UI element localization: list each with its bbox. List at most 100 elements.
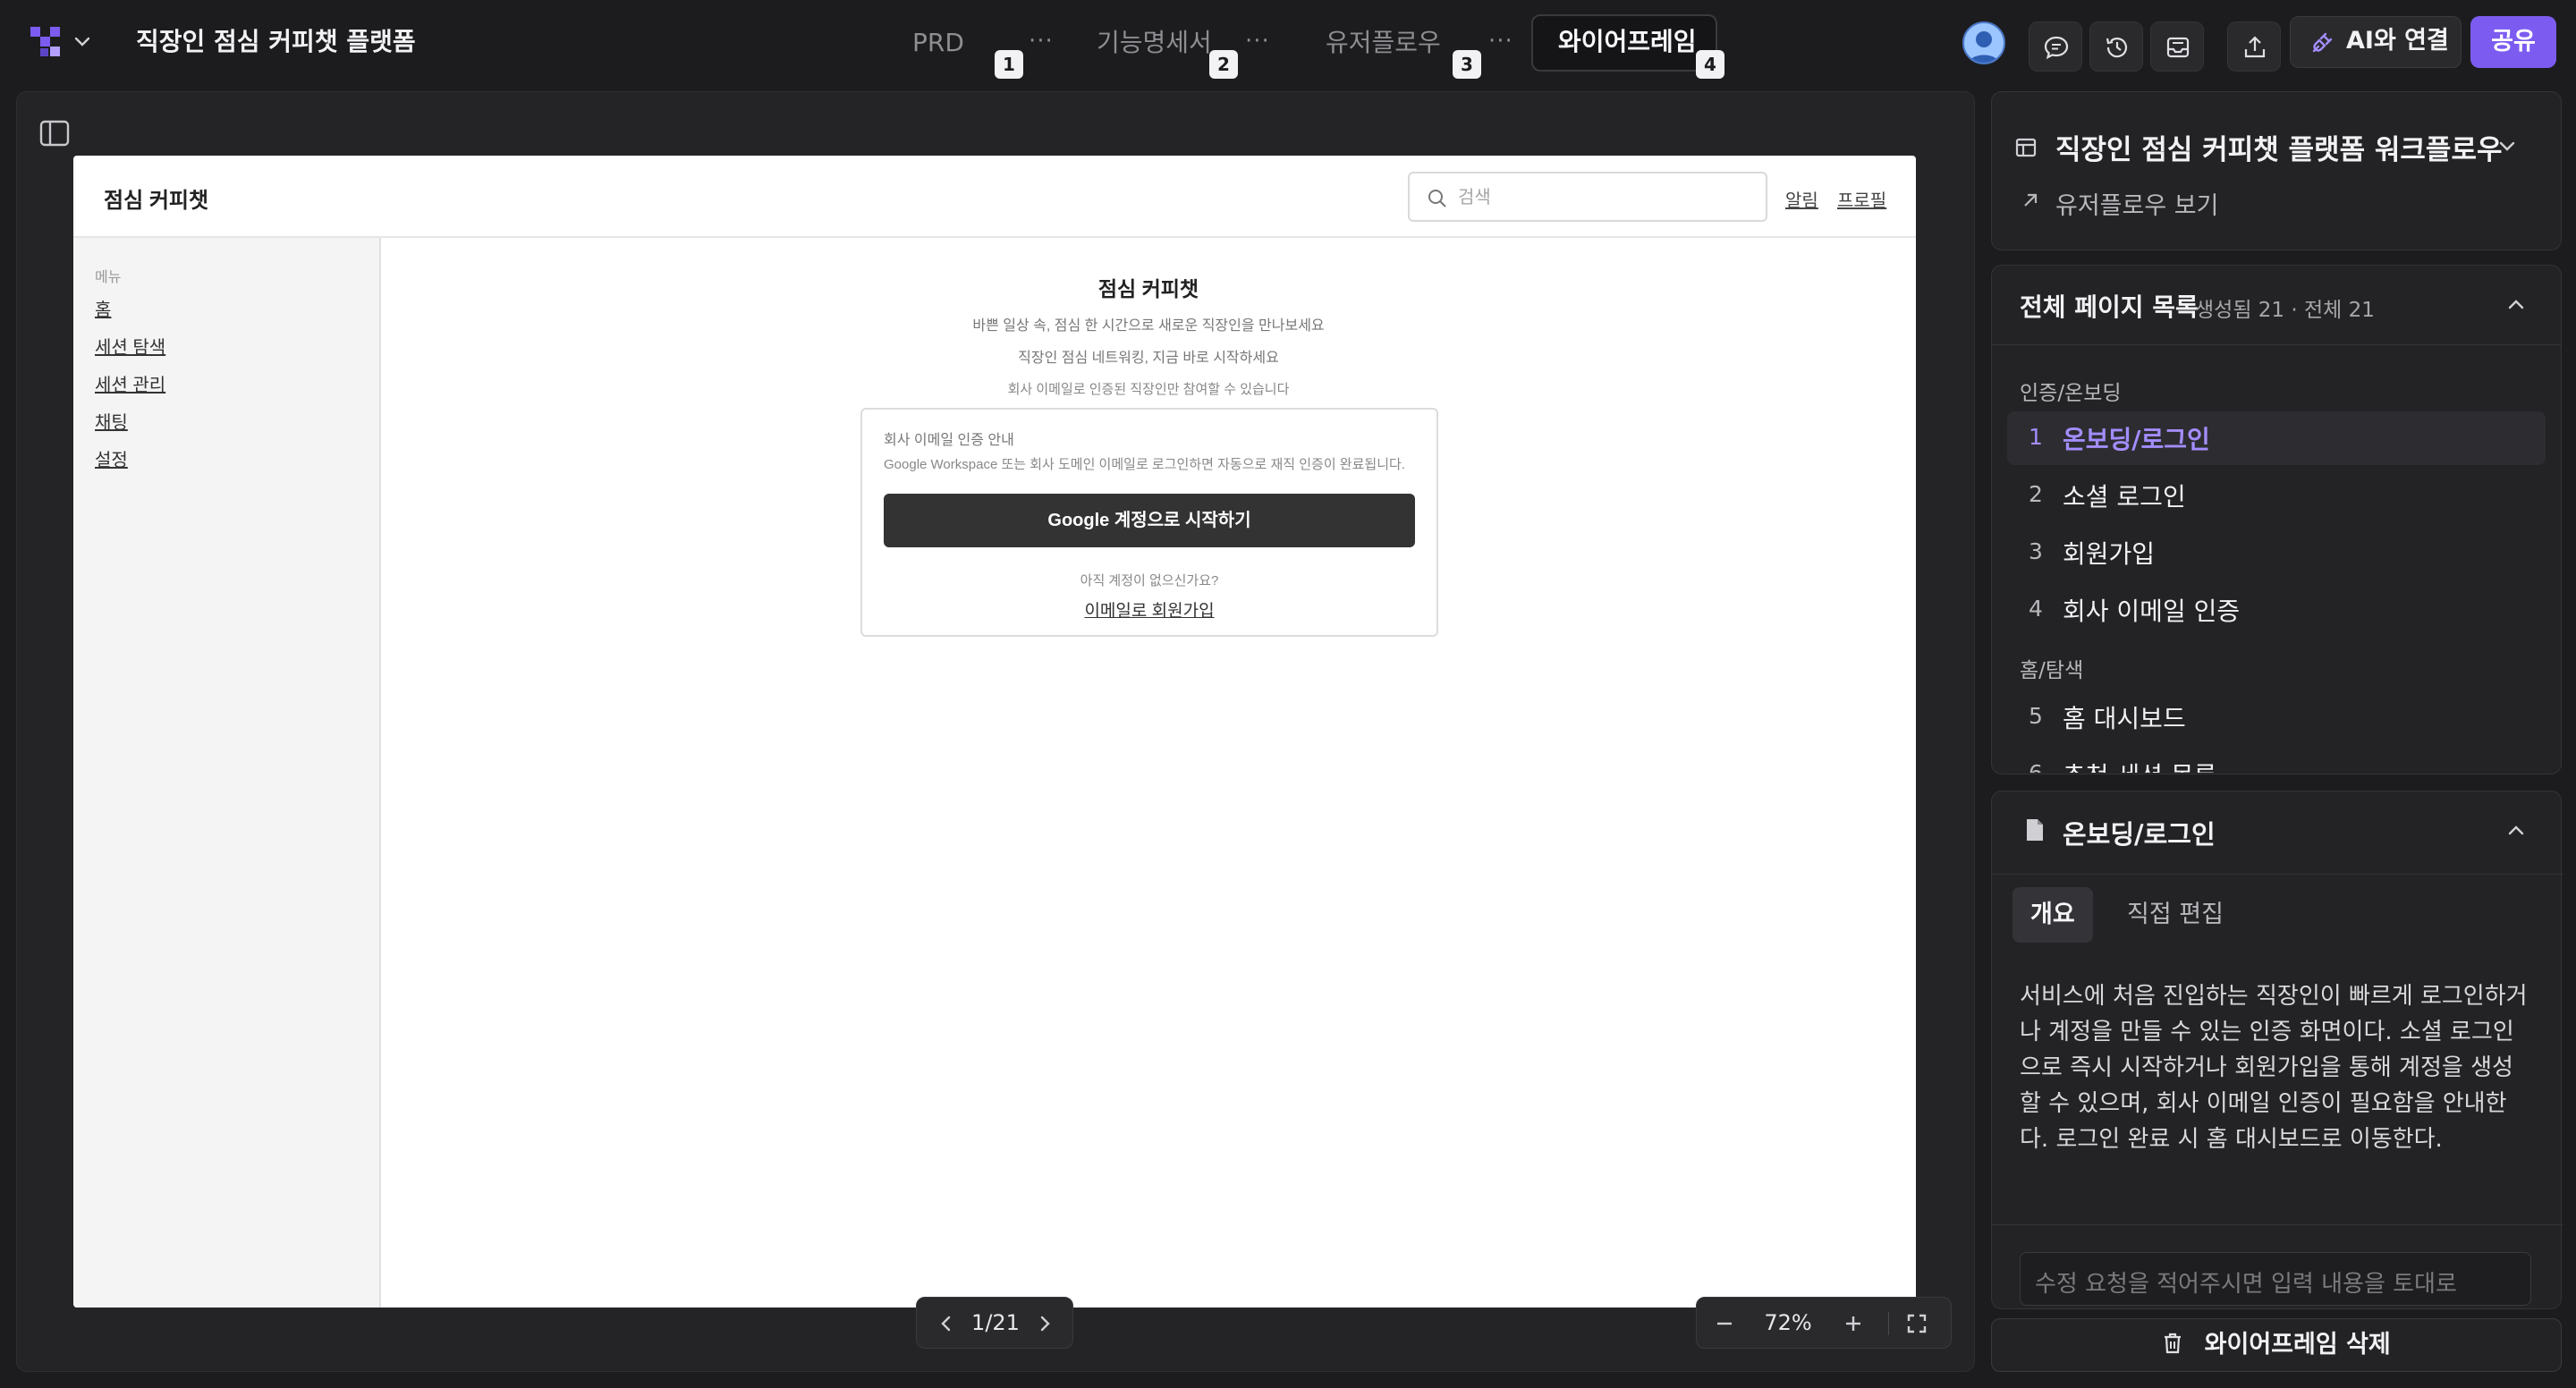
email-signup-link[interactable]: 이메일로 회원가입 (862, 597, 1436, 622)
wireframe-search[interactable] (1408, 172, 1767, 222)
sidebar-toggle-icon[interactable] (39, 120, 70, 147)
edit-request-field[interactable] (2020, 1252, 2531, 1306)
tab-wireframe[interactable]: 와이어프레임 (1531, 14, 1717, 72)
wireframe-brand: 점심 커피챗 (104, 189, 209, 213)
page-indicator: 1/21 (971, 1310, 1020, 1335)
divider (1888, 1312, 1889, 1335)
page-name: 소셜 로그인 (2063, 482, 2186, 512)
export-button[interactable] (2227, 21, 2281, 72)
ai-connect-button[interactable]: AI와 연결 (2290, 16, 2462, 68)
tab-spec[interactable]: 기능명세서 (1097, 21, 1212, 68)
chevron-down-icon[interactable] (72, 30, 93, 52)
avatar[interactable] (1962, 21, 2005, 64)
page-detail-title: 온보딩/로그인 (2063, 819, 2216, 850)
delete-wireframe-button[interactable]: 와이어프레임 삭제 (1991, 1318, 2562, 1372)
tab-wireframe-badge: 4 (1696, 50, 1724, 79)
divider (1992, 344, 2561, 345)
arrow-up-right-icon (2024, 193, 2038, 207)
wireframe-header: 점심 커피챗 알림 프로필 (73, 156, 1916, 238)
group-label-home: 홈/탐색 (2020, 659, 2084, 682)
workflow-title[interactable]: 직장인 점심 커피챗 플랫폼 워크플로우 (2055, 127, 2503, 167)
tab-overview[interactable]: 개요 (2012, 887, 2093, 943)
comment-button[interactable] (2029, 21, 2082, 72)
chevron-up-icon[interactable] (2504, 293, 2528, 317)
page-number: 1 (2029, 424, 2043, 450)
tab-direct-edit[interactable]: 직접 편집 (2109, 887, 2241, 943)
page-number: 5 (2029, 703, 2043, 729)
chevron-left-icon[interactable] (936, 1314, 956, 1333)
app-title: 직장인 점심 커피챗 플랫폼 (136, 27, 416, 56)
archive-button[interactable] (2150, 21, 2204, 72)
document-icon (2027, 819, 2043, 841)
wireframe-menu-explore[interactable]: 세션 탐색 (95, 333, 165, 359)
page-name: 추천 세션 목록 (2063, 757, 2216, 773)
page-item-social-login[interactable]: 2 소셜 로그인 (2007, 469, 2546, 522)
page-item-home-dashboard[interactable]: 5 홈 대시보드 (2007, 690, 2546, 744)
tab-spec-badge: 2 (1209, 50, 1238, 79)
page-list-count: 생성됨 21 · 전체 21 (2195, 299, 2375, 322)
page-number: 2 (2029, 481, 2043, 507)
page-name: 회사 이메일 인증 (2063, 597, 2241, 626)
trash-icon (2165, 1333, 2182, 1353)
wireframe-tagline-3: 회사 이메일로 인증된 직장인만 참여할 수 있습니다 (1007, 382, 1290, 397)
wireframe-notification-link[interactable]: 알림 (1785, 186, 1818, 212)
page-item-email-verify[interactable]: 4 회사 이메일 인증 (2007, 583, 2546, 637)
workflow-card (1991, 91, 2562, 250)
chevron-right-icon[interactable] (1035, 1314, 1055, 1333)
page-name: 홈 대시보드 (2063, 704, 2186, 733)
wireframe-menu-chat[interactable]: 채팅 (95, 408, 128, 434)
tab-spec-more-button[interactable]: ··· (1245, 21, 1270, 61)
wireframe-preview: 점심 커피챗 알림 프로필 메뉴 홈 세션 탐색 세션 관리 채팅 설정 점심 … (73, 156, 1916, 1308)
search-icon (1428, 190, 1446, 207)
page-navigator: 1/21 (916, 1297, 1073, 1349)
page-number: 6 (2029, 760, 2043, 773)
chevron-up-icon[interactable] (2504, 819, 2528, 842)
wireframe-card-title: 회사 이메일 인증 안내 (884, 433, 1014, 448)
chevron-down-icon[interactable] (2496, 134, 2519, 157)
layout-icon (2015, 138, 2037, 157)
page-name: 온보딩/로그인 (2063, 425, 2210, 454)
divider (1992, 874, 2563, 875)
wireframe-card-desc: Google Workspace 또는 회사 도메인 이메일로 로그인하면 자동… (884, 457, 1405, 472)
fullscreen-icon[interactable] (1906, 1313, 1928, 1334)
wireframe-menu-manage[interactable]: 세션 관리 (95, 370, 165, 396)
page-item-signup[interactable]: 3 회원가입 (2007, 526, 2546, 580)
ai-connect-label: AI와 연결 (2346, 27, 2449, 55)
google-login-button[interactable]: Google 계정으로 시작하기 (884, 494, 1415, 547)
page-item-recommended-sessions[interactable]: 6 추천 세션 목록 (2007, 748, 2546, 773)
share-button[interactable]: 공유 (2470, 16, 2556, 68)
group-label-auth: 인증/온보딩 (2020, 382, 2122, 405)
tab-prd-badge: 1 (995, 50, 1023, 79)
page-item-onboarding[interactable]: 1 온보딩/로그인 (2007, 411, 2546, 465)
tab-userflow-badge: 3 (1453, 50, 1481, 79)
user-avatar-icon (1968, 31, 2000, 63)
wireframe-tagline-2: 직장인 점심 네트워킹, 지금 바로 시작하세요 (1018, 351, 1279, 366)
tab-userflow-more-button[interactable]: ··· (1488, 21, 1513, 61)
wireframe-sidebar: 메뉴 홈 세션 탐색 세션 관리 채팅 설정 (73, 238, 381, 1308)
view-userflow-link[interactable]: 유저플로우 보기 (2055, 186, 2218, 221)
page-number: 3 (2029, 538, 2043, 564)
wireframe-profile-link[interactable]: 프로필 (1837, 186, 1886, 212)
top-bar: 직장인 점심 커피챗 플랫폼 PRD ··· 1 기능명세서 ··· 2 유저플… (0, 0, 2576, 88)
wireframe-search-input[interactable] (1458, 184, 1744, 211)
comment-icon (2044, 36, 2069, 60)
wireframe-menu-home[interactable]: 홈 (95, 295, 111, 321)
wireframe-tagline-1: 바쁜 일상 속, 점심 한 시간으로 새로운 직장인을 만나보세요 (972, 318, 1325, 334)
page-list: 인증/온보딩 1 온보딩/로그인 2 소셜 로그인 3 회원가입 4 회사 이메… (1991, 367, 2562, 773)
tab-prd[interactable]: PRD (912, 21, 964, 68)
page-name: 회원가입 (2063, 539, 2156, 569)
page-number: 4 (2029, 596, 2043, 622)
history-button[interactable] (2089, 21, 2143, 72)
zoom-in-icon[interactable] (1843, 1314, 1863, 1333)
wireframe-main-title: 점심 커피챗 (1097, 277, 1199, 300)
page-list-title: 전체 페이지 목록 (2020, 292, 2199, 322)
edit-request-input[interactable] (2035, 1265, 2518, 1301)
zoom-out-icon[interactable] (1715, 1314, 1734, 1333)
inbox-icon (2166, 37, 2190, 58)
upload-icon (2244, 36, 2266, 58)
tab-userflow[interactable]: 유저플로우 (1326, 21, 1441, 68)
tab-prd-more-button[interactable]: ··· (1029, 21, 1054, 61)
grid-logo-icon[interactable] (30, 27, 66, 59)
history-icon (2106, 38, 2128, 58)
wireframe-menu-settings[interactable]: 설정 (95, 445, 128, 471)
